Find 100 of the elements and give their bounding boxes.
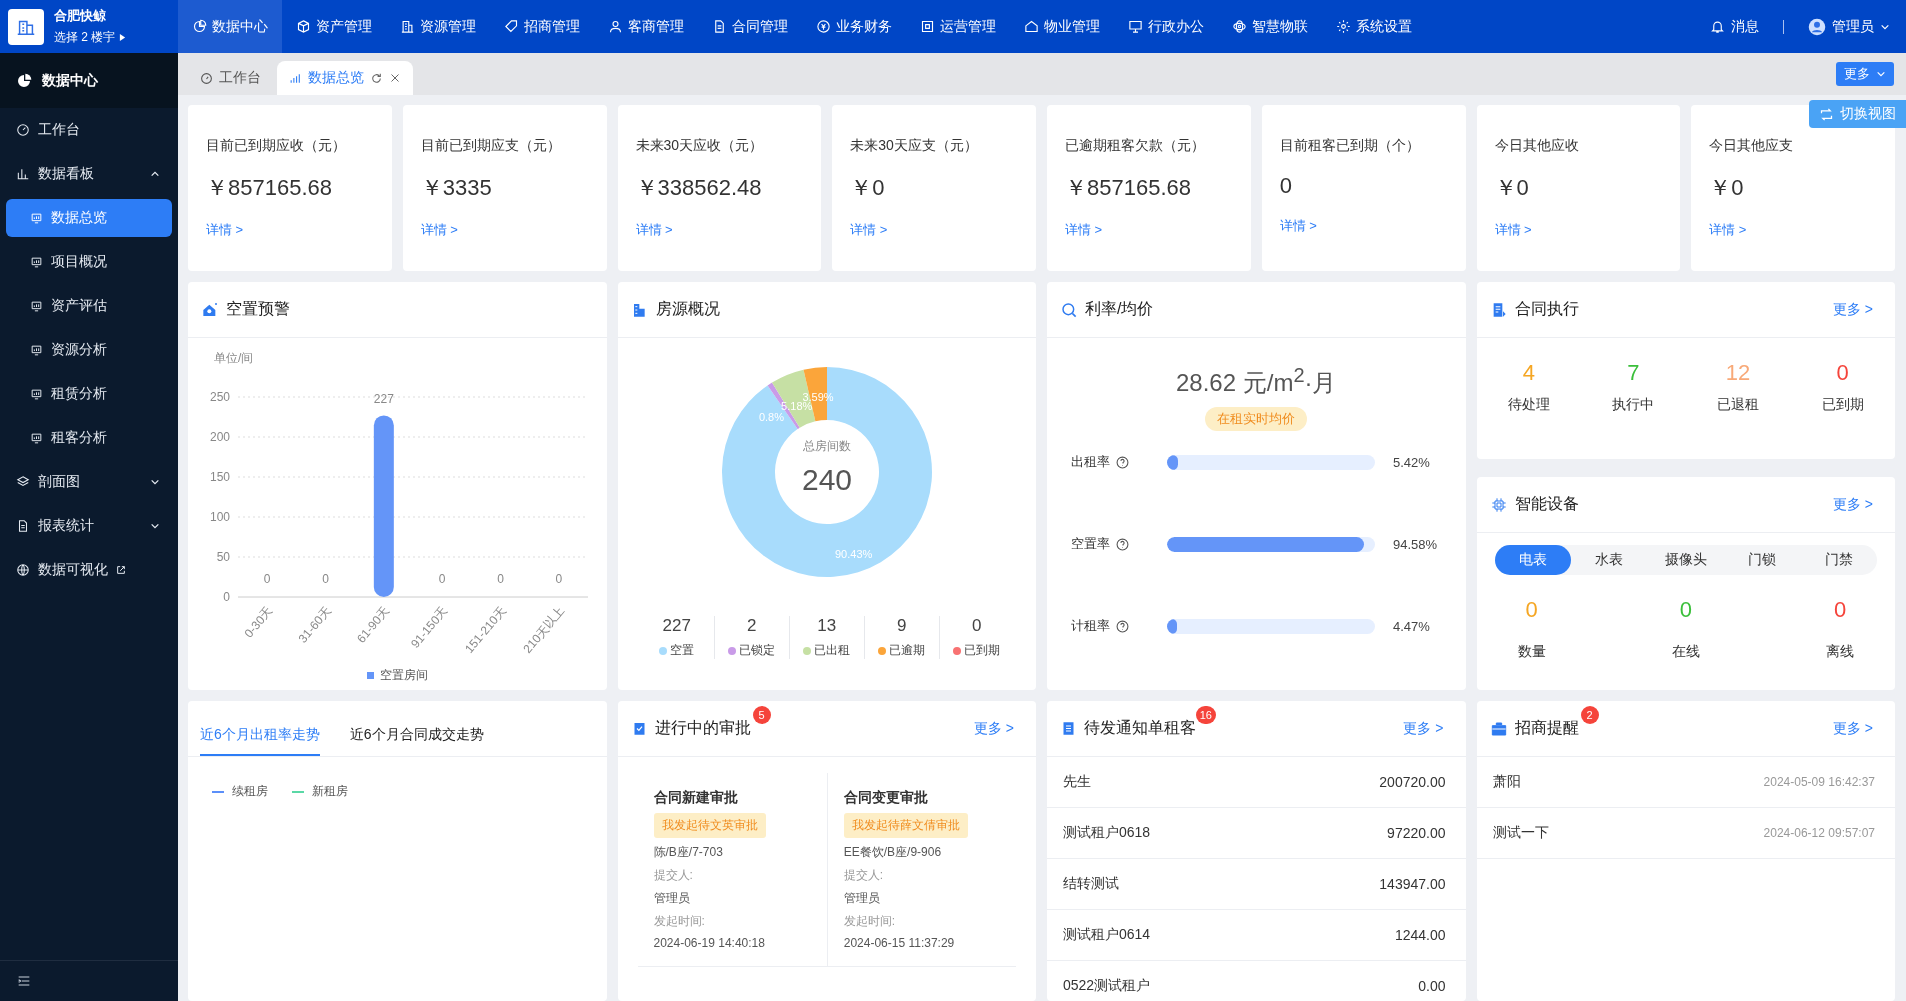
more-link[interactable]: 更多 >: [1832, 719, 1873, 738]
page-tab[interactable]: 工作台: [188, 61, 273, 95]
device-tab[interactable]: 摄像头: [1647, 545, 1724, 575]
slice-label: 90.43%: [834, 547, 873, 560]
device-tab[interactable]: 水表: [1571, 545, 1648, 575]
more-button[interactable]: 更多: [1836, 62, 1894, 86]
timestamp: 2024-05-09 16:42:37: [1763, 775, 1875, 789]
nav-item[interactable]: 业务财务: [802, 0, 906, 53]
coin-icon: [816, 19, 831, 34]
sidebar-subitem[interactable]: 租赁分析: [6, 375, 172, 413]
slice-label: 0.8%: [758, 410, 784, 423]
sidebar-subitem[interactable]: 项目概况: [6, 243, 172, 281]
sidebar-subitem[interactable]: 数据总览: [6, 199, 172, 237]
sidebar-item[interactable]: 报表统计: [0, 504, 178, 548]
details-link[interactable]: 详情 >: [420, 221, 589, 239]
more-link[interactable]: 更多 >: [1403, 719, 1444, 738]
nav-item[interactable]: 招商管理: [490, 0, 594, 53]
panel-title: 利率/均价: [1085, 299, 1154, 319]
location-text: EE餐饮/B座/9-906: [843, 844, 942, 861]
chart-tab[interactable]: 近6个月出租率走势: [200, 726, 320, 756]
nav-item[interactable]: 智慧物联: [1218, 0, 1322, 53]
messages-link[interactable]: 消息: [1710, 17, 1759, 36]
approval-card[interactable]: 合同新建审批 我发起待文英审批 陈/B座/7-703 提交人: 管理员 发起时间: 2024-06-19 14:40:18: [637, 773, 827, 966]
field-label: 提交人:: [653, 867, 693, 884]
device-tab[interactable]: 电表: [1494, 545, 1571, 575]
chevron-up-icon: [150, 169, 160, 179]
details-link[interactable]: 详情 >: [1709, 221, 1877, 239]
sidebar-subitem[interactable]: 资源分析: [6, 331, 172, 369]
sidebar-item[interactable]: 剖面图: [0, 460, 178, 504]
count-badge: 5: [752, 706, 771, 724]
stat-label: 目前已到期应支（元）: [420, 137, 562, 155]
stat-value: ￥857165.68: [206, 174, 333, 202]
nav-item[interactable]: 行政办公: [1114, 0, 1218, 53]
sidebar-subitem[interactable]: 租客分析: [6, 419, 172, 457]
nav-item[interactable]: 资源管理: [386, 0, 490, 53]
legend-label: 已锁定: [739, 642, 776, 659]
details-link[interactable]: 详情 >: [1279, 217, 1448, 235]
device-tab[interactable]: 门锁: [1724, 545, 1801, 575]
nav-item[interactable]: 系统设置: [1322, 0, 1426, 53]
sidebar-subitem[interactable]: 资产评估: [6, 287, 172, 325]
stat-value: ￥0: [1709, 174, 1745, 202]
help-icon[interactable]: [1116, 619, 1129, 633]
axis-label: 210天以上: [520, 603, 568, 656]
chart-tab[interactable]: 近6个月合同成交走势: [349, 726, 484, 756]
stat-value: ￥0: [850, 174, 886, 202]
axis-tick: 0: [223, 590, 230, 604]
nav-item[interactable]: 资产管理: [282, 0, 386, 53]
chart-icon: [30, 343, 43, 357]
details-link[interactable]: 详情 >: [206, 221, 374, 239]
app-name: 合肥快鲸: [54, 7, 107, 25]
page-tab[interactable]: 数据总览: [277, 61, 413, 95]
details-link[interactable]: 详情 >: [635, 221, 804, 239]
approval-card[interactable]: 合同变更审批 我发起待薛文倩审批 EE餐饮/B座/9-906 提交人: 管理员 发起时间: 2024-06-15 11:37:29: [826, 773, 1016, 966]
sidebar-heading: 数据中心: [42, 71, 98, 90]
more-link[interactable]: 更多 >: [973, 719, 1014, 738]
approval-title: 合同新建审批: [653, 789, 738, 807]
sidebar-item[interactable]: 数据可视化: [0, 548, 178, 592]
list-icon: [1061, 721, 1076, 736]
axis-tick: 50: [216, 550, 230, 564]
stat-label: 未来30天应收（元）: [635, 137, 765, 155]
help-icon[interactable]: [1116, 455, 1129, 469]
help-icon[interactable]: [1116, 537, 1129, 551]
globe-icon: [16, 563, 30, 577]
axis-tick: 200: [209, 430, 230, 444]
sidebar-item[interactable]: 数据看板: [0, 152, 178, 196]
more-link[interactable]: 更多 >: [1832, 300, 1873, 319]
external-link-icon: [116, 565, 126, 575]
nav-item[interactable]: 数据中心: [178, 0, 282, 53]
swap-icon: [1819, 106, 1834, 122]
user-menu[interactable]: 管理员: [1808, 17, 1890, 36]
house-icon: [202, 301, 218, 318]
timestamp: 2024-06-19 14:40:18: [653, 936, 765, 950]
count-label: 数量: [1517, 643, 1546, 661]
chart-icon: [30, 299, 43, 313]
details-link[interactable]: 详情 >: [850, 221, 1018, 239]
chart-icon: [30, 211, 43, 225]
nav-item[interactable]: 运营管理: [906, 0, 1010, 53]
nav-item[interactable]: 合同管理: [698, 0, 802, 53]
device-tab[interactable]: 门禁: [1800, 545, 1877, 575]
rate-value: 5.42%: [1393, 454, 1430, 470]
status-tag: 我发起待薛文倩审批: [843, 813, 968, 838]
nav-item[interactable]: 物业管理: [1010, 0, 1114, 53]
stat-count: 2: [747, 616, 757, 636]
tenant-name: 结转测试: [1063, 875, 1119, 893]
stat-label: 未来30天应支（元）: [850, 137, 979, 155]
building-selector[interactable]: 选择 2 楼宇: [54, 29, 127, 46]
close-icon[interactable]: [389, 72, 401, 84]
details-link[interactable]: 详情 >: [1494, 221, 1663, 239]
stat-label: 已逾期租客欠款（元）: [1065, 137, 1206, 155]
refresh-icon[interactable]: [370, 71, 383, 85]
rate-value: 94.58%: [1393, 536, 1438, 552]
more-link[interactable]: 更多 >: [1832, 495, 1873, 514]
details-link[interactable]: 详情 >: [1065, 221, 1233, 239]
bar-chart-icon: [16, 167, 30, 181]
building-icon: [400, 19, 415, 34]
sidebar-item[interactable]: 工作台: [0, 108, 178, 152]
nav-item[interactable]: 客商管理: [594, 0, 698, 53]
menu-icon[interactable]: [16, 973, 32, 989]
count-label: 已退租: [1717, 396, 1760, 414]
timestamp: 2024-06-15 11:37:29: [843, 936, 955, 950]
